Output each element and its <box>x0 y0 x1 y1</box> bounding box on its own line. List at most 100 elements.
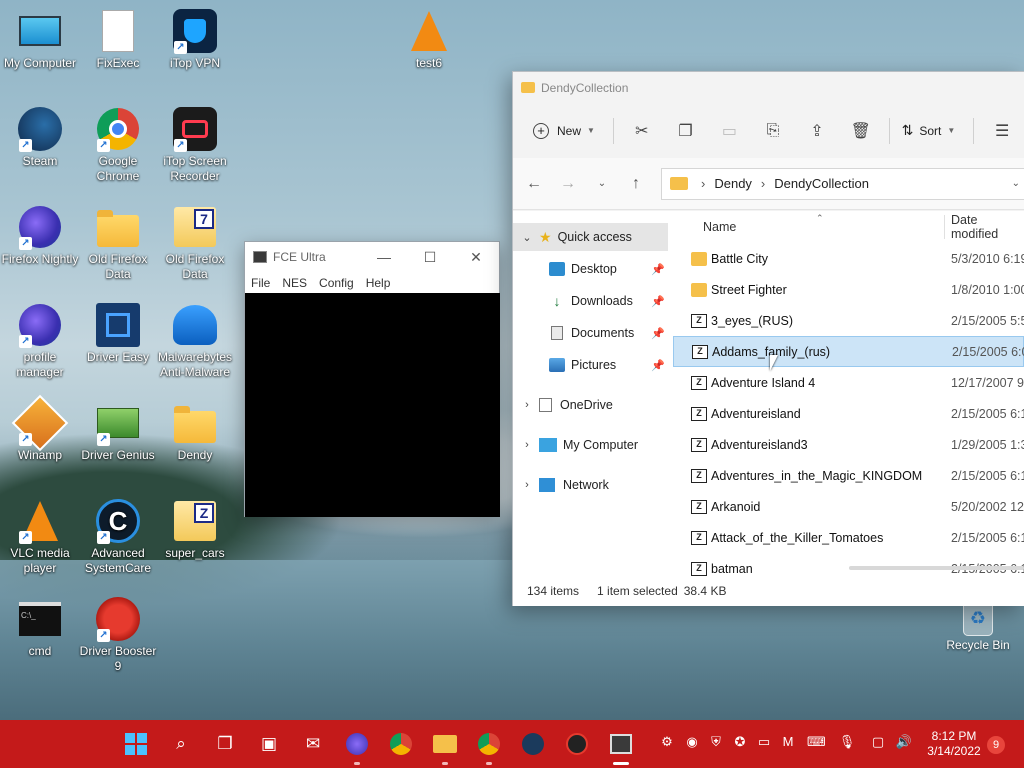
breadcrumb-dendycollection[interactable]: DendyCollection <box>774 176 869 191</box>
vpn-tray-icon[interactable]: ⛨ <box>707 734 725 754</box>
steam-taskbar-icon[interactable] <box>521 732 545 756</box>
address-bar[interactable]: › Dendy › DendyCollection ⌄ <box>661 167 1024 200</box>
desktop-icon-recycle-bin[interactable]: ♻ Recycle Bin <box>938 600 1018 652</box>
fce-titlebar[interactable]: FCE Ultra — ☐ ✕ <box>245 242 499 272</box>
chrome-taskbar-icon[interactable] <box>389 732 413 756</box>
desktop-icon-profile-manager[interactable]: ↗ profile manager <box>0 302 80 380</box>
desktop-icon-my-computer[interactable]: My Computer <box>0 8 80 71</box>
start-windows-icon[interactable] <box>124 732 148 756</box>
desktop-icon-cmd[interactable]: C:\_ cmd <box>0 596 80 659</box>
desktop-icon-google-chrome[interactable]: ↗ Google Chrome <box>78 106 158 184</box>
up-arrow-icon[interactable]: ↑ <box>619 175 653 193</box>
copy-icon[interactable]: ❐ <box>674 119 698 143</box>
breadcrumb-dendy[interactable]: Dendy <box>714 176 752 191</box>
column-header-name[interactable]: Name <box>703 220 736 234</box>
nav-quick-access[interactable]: ⌄ ★ Quick access <box>513 223 668 251</box>
desktop-icon-old-firefox-data[interactable]: Old Firefox Data <box>78 204 158 282</box>
file-explorer-taskbar-icon[interactable] <box>433 732 457 765</box>
file-row[interactable]: Z Arkanoid 5/20/2002 12:0 <box>673 491 1024 522</box>
file-row[interactable]: Z 3_eyes_(RUS) 2/15/2005 5:52 <box>673 305 1024 336</box>
desktop-icon-driver-booster[interactable]: ↗ Driver Booster 9 <box>78 596 158 674</box>
nav-pictures[interactable]: Pictures 📌 <box>549 351 673 379</box>
desktop-icon-driver-genius[interactable]: ↗ Driver Genius <box>78 400 158 463</box>
desktop-icon-fixexec[interactable]: FixExec <box>78 8 158 71</box>
file-row[interactable]: Z Adventures_in_the_Magic_KINGDOM 2/15/200… <box>673 460 1024 491</box>
file-row[interactable]: Street Fighter 1/8/2010 1:00 <box>673 274 1024 305</box>
booster-tray-icon[interactable]: ✪ <box>731 734 749 754</box>
chevron-right-icon[interactable]: › <box>519 399 535 411</box>
keyboard-tray-icon[interactable]: ⌨ <box>807 734 826 754</box>
desktop-icon-driver-easy[interactable]: Driver Easy <box>78 302 158 365</box>
nav-downloads[interactable]: ↓ Downloads 📌 <box>549 287 673 315</box>
menu-nes[interactable]: NES <box>282 276 307 290</box>
fce-game-screen[interactable] <box>245 293 500 517</box>
file-row[interactable]: ZAddams_family_(rus)2/15/2005 6:07 <box>673 336 1024 367</box>
explorer-titlebar[interactable]: DendyCollection <box>513 72 1024 103</box>
desktop-icon-malwarebytes[interactable]: Malwarebytes Anti-Malware <box>155 302 235 380</box>
notification-badge[interactable]: 9 <box>987 736 1005 754</box>
pin-icon[interactable]: 📌 <box>651 263 665 276</box>
desktop-icon-advanced-systemcare[interactable]: C ↗ Advanced SystemCare <box>78 498 158 576</box>
sort-button[interactable]: ⇅ Sort ▼ <box>902 122 956 139</box>
teams-chat-icon[interactable]: ✉ <box>301 732 325 756</box>
back-arrow-icon[interactable]: ← <box>517 175 551 193</box>
desktop-icon-old-firefox-data-zip[interactable]: 7 Old Firefox Data <box>155 204 235 282</box>
column-header-date[interactable]: Date modified <box>951 213 1024 241</box>
new-button[interactable]: + New ▼ <box>533 122 595 139</box>
chrome-taskbar-icon-2[interactable] <box>477 732 501 765</box>
nav-documents[interactable]: Documents 📌 <box>549 319 673 347</box>
task-view-icon[interactable]: ❐ <box>213 732 237 756</box>
desktop-icon-itop-vpn[interactable]: ↗ iTop VPN <box>155 8 235 71</box>
pin-icon[interactable]: 📌 <box>651 359 665 372</box>
desktop-icon-firefox-nightly[interactable]: ↗ Firefox Nightly <box>0 204 80 267</box>
file-row[interactable]: Z Adventureisland3 1/29/2005 1:37 <box>673 429 1024 460</box>
view-icon[interactable]: ☰ <box>990 119 1014 143</box>
microphone-tray-icon[interactable]: 🎙 <box>838 734 856 754</box>
desktop-icon-steam[interactable]: ↗ Steam <box>0 106 80 169</box>
widgets-icon[interactable]: ▣ <box>257 732 281 756</box>
desktop-icon-super-cars[interactable]: Z super_cars <box>155 498 235 561</box>
desktop-icon-test6[interactable]: test6 <box>389 8 469 71</box>
menu-file[interactable]: File <box>251 276 270 290</box>
chevron-down-icon[interactable]: ⌄ <box>519 231 535 244</box>
display-tray-icon[interactable]: ▢ <box>869 734 887 754</box>
chrome-tray-icon[interactable]: ◉ <box>683 734 701 754</box>
driver-booster-taskbar-icon[interactable] <box>565 732 589 756</box>
volume-icon[interactable]: 🔊 <box>895 734 913 754</box>
file-row[interactable]: Z Attack_of_the_Killer_Tomatoes 2/15/2005 … <box>673 522 1024 553</box>
chevron-right-icon[interactable]: › <box>519 479 535 491</box>
delete-icon[interactable]: 🗑 <box>849 119 873 143</box>
minimize-icon[interactable]: — <box>361 249 407 266</box>
nav-desktop[interactable]: Desktop 📌 <box>549 255 673 283</box>
file-row[interactable]: Battle City 5/3/2010 6:19 <box>673 243 1024 274</box>
clock[interactable]: 8:12 PM 3/14/2022 <box>922 729 986 759</box>
file-row[interactable]: Zbatman2/15/2005 6:10 <box>673 553 1024 576</box>
steam-tray-icon[interactable]: ⚙ <box>658 734 676 754</box>
menu-help[interactable]: Help <box>366 276 391 290</box>
firefox-nightly-taskbar-icon[interactable] <box>345 732 369 765</box>
chevron-right-icon[interactable]: › <box>519 439 535 451</box>
search-icon[interactable]: ⌕ <box>169 732 193 756</box>
fce-ultra-taskbar-icon[interactable] <box>609 732 633 765</box>
horizontal-scrollbar[interactable] <box>849 566 1024 570</box>
nav-network[interactable]: › Network <box>513 471 609 499</box>
menu-config[interactable]: Config <box>319 276 354 290</box>
forward-arrow-icon[interactable]: → <box>551 175 585 193</box>
file-row[interactable]: Z Adventure Island 4 12/17/2007 9:2 <box>673 367 1024 398</box>
close-icon[interactable]: ✕ <box>453 249 499 266</box>
desktop-icon-vlc[interactable]: ↗ VLC media player <box>0 498 80 576</box>
recent-chevron-icon[interactable]: ⌄ <box>585 178 619 189</box>
nav-onedrive[interactable]: › OneDrive <box>513 391 613 419</box>
file-row[interactable]: Z Adventureisland 2/15/2005 6:10 <box>673 398 1024 429</box>
column-divider[interactable] <box>944 215 945 239</box>
desktop-icon-dendy[interactable]: Dendy <box>155 400 235 463</box>
nav-my-computer[interactable]: › My Computer <box>513 431 638 459</box>
rename-icon[interactable]: ⎘ <box>761 119 785 143</box>
explorer-window[interactable]: DendyCollection + New ▼ ✂ ❐ ▭ ⎘ ⇪ 🗑 ⇅ So… <box>512 71 1024 606</box>
chevron-down-icon[interactable]: ⌄ <box>1012 178 1020 189</box>
share-icon[interactable]: ⇪ <box>805 119 829 143</box>
cut-icon[interactable]: ✂ <box>630 119 654 143</box>
paste-icon[interactable]: ▭ <box>717 119 741 143</box>
desktop-icon-winamp[interactable]: ↗ Winamp <box>0 394 80 463</box>
malwarebytes-tray-icon[interactable]: M <box>779 734 797 754</box>
